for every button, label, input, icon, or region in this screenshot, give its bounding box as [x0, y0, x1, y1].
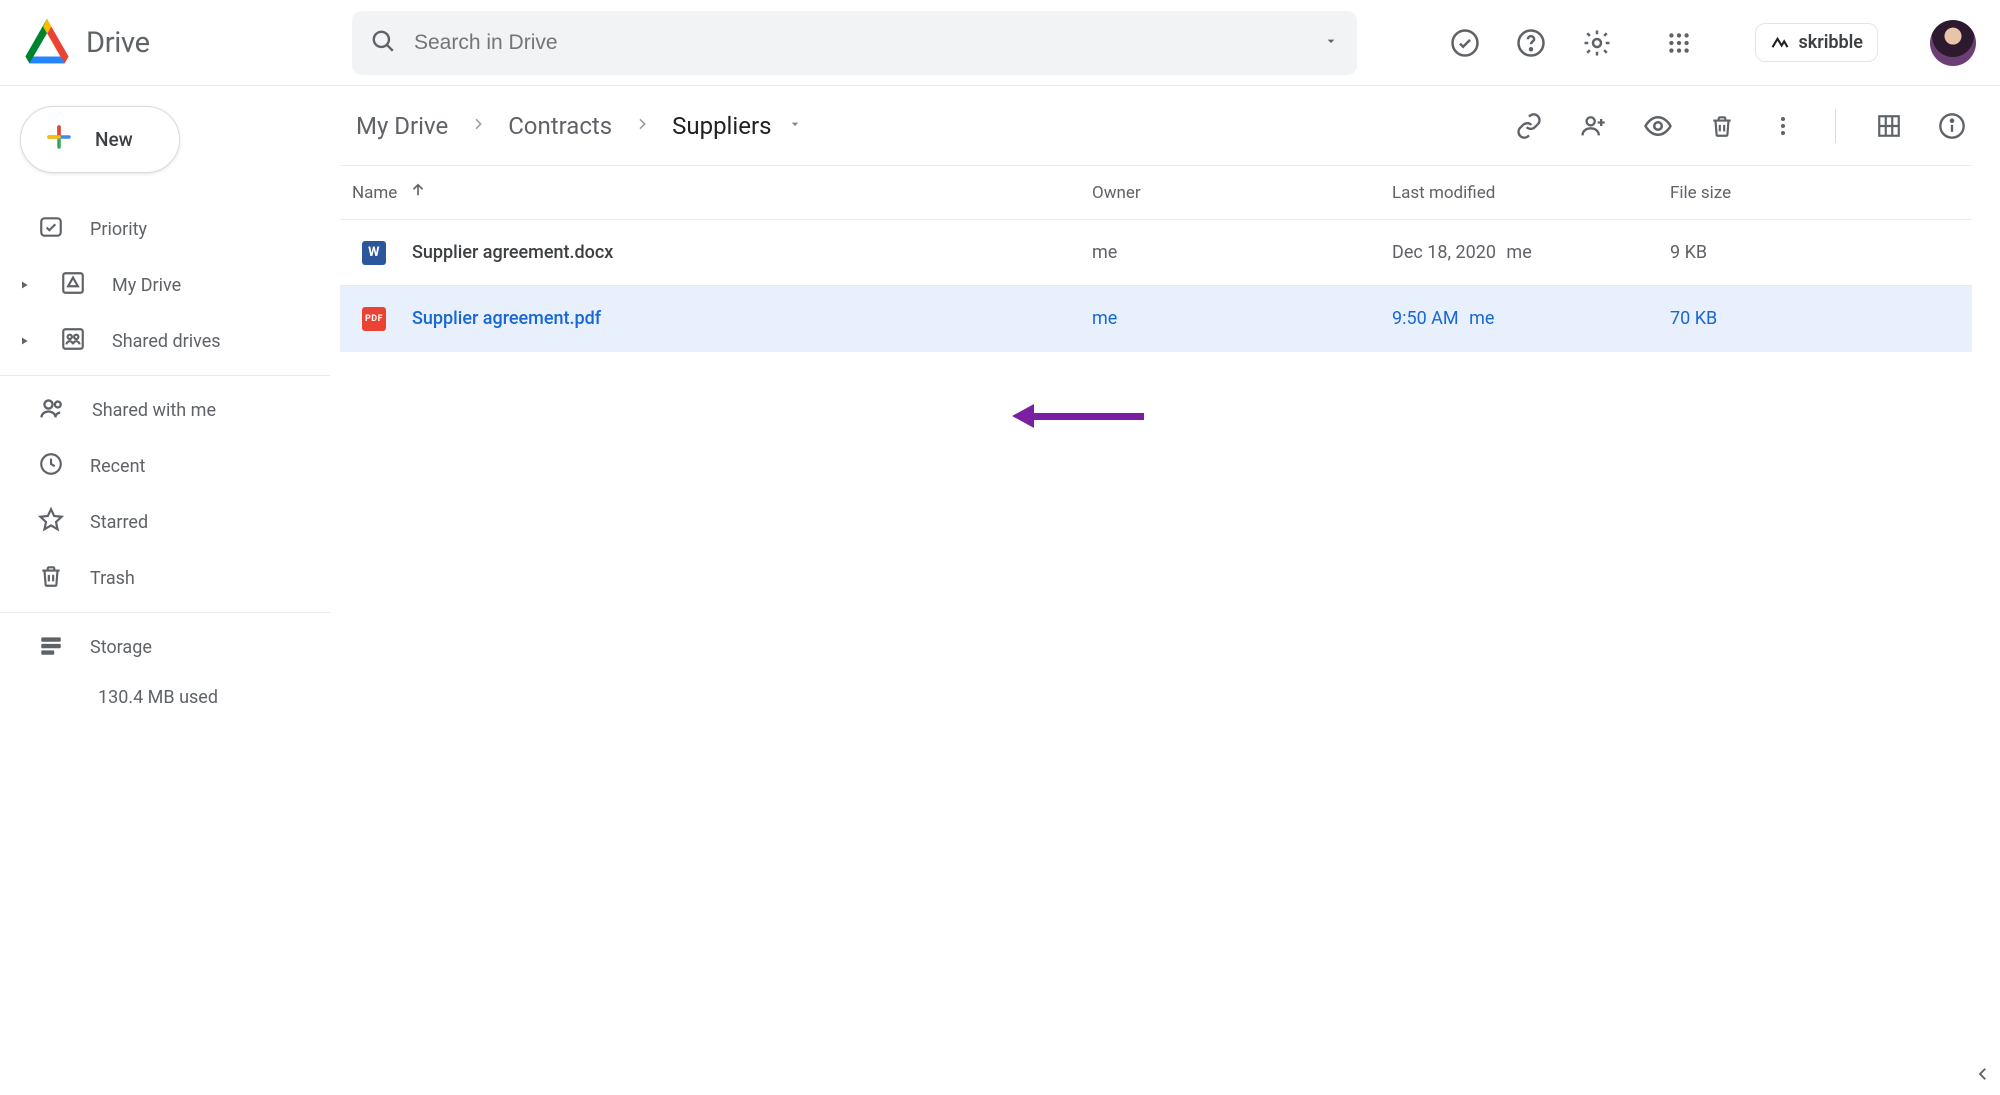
- new-button-label: New: [95, 128, 133, 151]
- search-bar[interactable]: [352, 11, 1357, 75]
- column-modified[interactable]: Last modified: [1392, 183, 1670, 203]
- divider: [0, 612, 330, 613]
- preview-eye-icon[interactable]: [1643, 111, 1673, 141]
- priority-icon: [38, 214, 64, 245]
- storage-used-text: 130.4 MB used: [0, 687, 340, 708]
- get-link-icon[interactable]: [1515, 112, 1543, 140]
- sort-up-icon: [409, 181, 427, 204]
- column-owner[interactable]: Owner: [1092, 183, 1392, 203]
- chevron-right-icon: [470, 116, 486, 136]
- sidebar-item-sharedwithme[interactable]: Shared with me: [0, 382, 340, 438]
- file-name: Supplier agreement.pdf: [412, 308, 601, 329]
- file-modified: Dec 18, 2020 me: [1392, 242, 1670, 263]
- file-owner: me: [1092, 308, 1392, 329]
- sidebar-item-trash[interactable]: Trash: [0, 550, 340, 606]
- filetype-word-icon: W: [362, 241, 386, 265]
- skribble-label: skribble: [1798, 32, 1863, 53]
- sidebar-item-label: Recent: [90, 456, 145, 477]
- path-toolbar-row: My Drive Contracts Suppliers: [340, 86, 1972, 166]
- logo-block[interactable]: Drive: [22, 16, 352, 70]
- mydrive-icon: [60, 270, 86, 301]
- chevron-right-icon: [634, 116, 650, 136]
- more-actions-icon[interactable]: [1771, 114, 1795, 138]
- file-row[interactable]: W Supplier agreement.docx me Dec 18, 202…: [340, 220, 1972, 286]
- file-size: 70 KB: [1670, 308, 1972, 329]
- column-name[interactable]: Name: [352, 181, 1092, 204]
- main-panel: My Drive Contracts Suppliers: [340, 86, 2000, 1095]
- sidebar-item-label: Trash: [90, 568, 135, 589]
- expand-caret-icon[interactable]: [14, 335, 34, 347]
- recent-clock-icon: [38, 451, 64, 482]
- help-icon[interactable]: [1515, 27, 1547, 59]
- col-owner-label: Owner: [1092, 183, 1141, 203]
- sidebar-item-label: Storage: [90, 637, 152, 658]
- account-avatar[interactable]: [1930, 20, 1976, 66]
- col-modified-label: Last modified: [1392, 183, 1495, 203]
- sidebar-item-storage[interactable]: Storage: [0, 619, 340, 675]
- offline-ready-icon[interactable]: [1449, 27, 1481, 59]
- column-size[interactable]: File size: [1670, 183, 1972, 203]
- expand-caret-icon[interactable]: [14, 279, 34, 291]
- divider: [0, 375, 330, 376]
- file-modified-date: Dec 18, 2020: [1392, 242, 1496, 263]
- sidebar-item-priority[interactable]: Priority: [0, 201, 340, 257]
- sidebar-item-label: Starred: [90, 512, 148, 533]
- drive-logo-icon: [22, 16, 72, 70]
- star-icon: [38, 507, 64, 538]
- file-modified-by: me: [1469, 308, 1494, 329]
- file-size: 9 KB: [1670, 242, 1972, 263]
- file-modified-date: 9:50 AM: [1392, 308, 1459, 329]
- grid-view-icon[interactable]: [1876, 113, 1902, 139]
- sidebar-item-label: My Drive: [112, 275, 181, 296]
- search-input[interactable]: [396, 31, 1323, 55]
- file-modified: 9:50 AM me: [1392, 308, 1670, 329]
- breadcrumb-mydrive[interactable]: My Drive: [352, 106, 452, 146]
- breadcrumb-dropdown-icon[interactable]: [787, 116, 803, 136]
- settings-gear-icon[interactable]: [1581, 27, 1613, 59]
- sidebar-item-mydrive[interactable]: My Drive: [0, 257, 340, 313]
- skribble-chip[interactable]: skribble: [1755, 23, 1878, 62]
- sharedwithme-icon: [38, 394, 66, 427]
- file-row[interactable]: PDF Supplier agreement.pdf me 9:50 AM me…: [340, 286, 1972, 352]
- column-headers: Name Owner Last modified File size: [340, 166, 1972, 220]
- header-icons: skribble: [1449, 20, 1976, 66]
- header: Drive skribble: [0, 0, 2000, 86]
- sidebar-item-starred[interactable]: Starred: [0, 494, 340, 550]
- sidebar-item-shareddrives[interactable]: Shared drives: [0, 313, 340, 369]
- apps-grid-icon[interactable]: [1663, 27, 1695, 59]
- col-size-label: File size: [1670, 183, 1731, 203]
- storage-icon: [38, 632, 64, 663]
- app-name: Drive: [86, 26, 150, 60]
- sidebar-item-label: Priority: [90, 219, 147, 240]
- file-modified-by: me: [1506, 242, 1531, 263]
- remove-trash-icon[interactable]: [1709, 113, 1735, 139]
- sidebar-item-recent[interactable]: Recent: [0, 438, 340, 494]
- search-icon: [370, 28, 396, 58]
- sidebar-item-label: Shared drives: [112, 331, 221, 352]
- annotation-arrow: [1012, 404, 1144, 428]
- search-options-dropdown-icon[interactable]: [1323, 33, 1339, 53]
- new-button[interactable]: New: [20, 106, 180, 173]
- share-icon[interactable]: [1579, 112, 1607, 140]
- details-info-icon[interactable]: [1938, 112, 1966, 140]
- toolbar-separator: [1835, 109, 1836, 143]
- collapse-sidepanel-icon[interactable]: [1974, 1065, 1992, 1087]
- trash-icon: [38, 563, 64, 594]
- shareddrives-icon: [60, 326, 86, 357]
- file-name: Supplier agreement.docx: [412, 242, 613, 263]
- breadcrumb-contracts[interactable]: Contracts: [504, 106, 616, 146]
- breadcrumb-suppliers[interactable]: Suppliers: [668, 106, 775, 146]
- selection-toolbar: [1515, 109, 1972, 143]
- sidebar: New Priority My Drive Shared drive: [0, 86, 340, 1095]
- sidebar-item-label: Shared with me: [92, 400, 216, 421]
- plus-icon: [41, 119, 77, 160]
- file-owner: me: [1092, 242, 1392, 263]
- col-name-label: Name: [352, 183, 397, 203]
- filetype-pdf-icon: PDF: [362, 307, 386, 331]
